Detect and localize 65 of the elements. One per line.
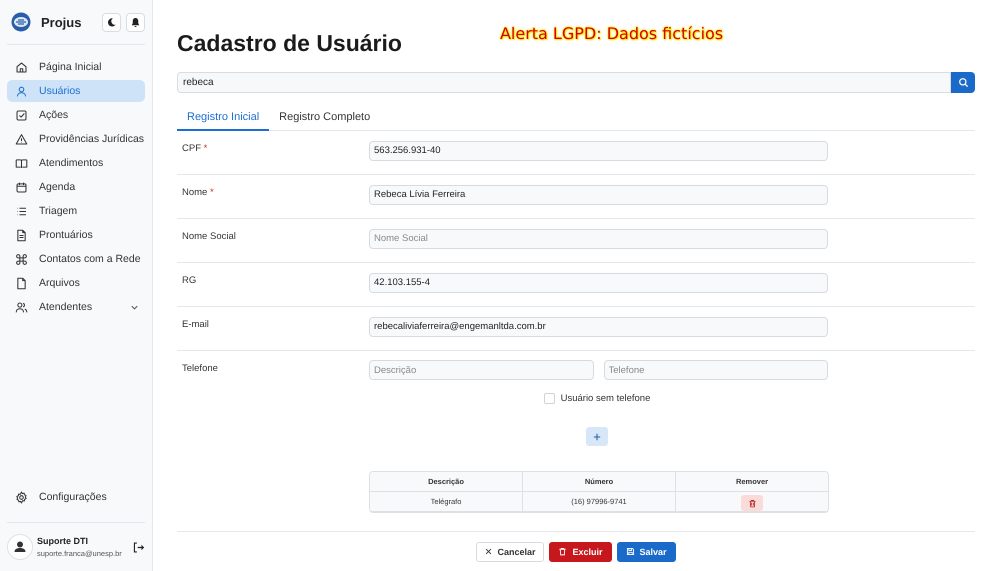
notifications-button[interactable] xyxy=(126,12,145,32)
text-field[interactable]: Telefone xyxy=(604,360,828,380)
user-name: Suporte DTI xyxy=(37,536,89,546)
field-label: E-mail xyxy=(182,319,209,330)
text-field[interactable]: 42.103.155-4 xyxy=(369,272,828,292)
field-label: Nome xyxy=(182,187,208,198)
required-mark: * xyxy=(204,143,208,154)
cancel-button[interactable]: Cancelar xyxy=(476,542,544,562)
checkbox-icon xyxy=(15,108,28,122)
sidebar-item[interactable]: Atendimentos xyxy=(7,152,145,174)
trash-icon xyxy=(748,498,756,508)
text-field[interactable]: Rebeca Lívia Ferreira xyxy=(369,184,828,204)
list-icon xyxy=(15,204,28,218)
file-icon xyxy=(15,276,28,290)
sidebar-item[interactable]: Ações xyxy=(7,104,145,126)
text-field[interactable]: Descrição xyxy=(369,360,594,380)
no-phone-checkbox[interactable]: Usuário sem telefone xyxy=(544,393,650,404)
alert-text: Alerta LGPD: Dados fictícios xyxy=(500,24,724,43)
logo-icon xyxy=(11,12,31,32)
bell-icon xyxy=(130,16,141,28)
close-icon xyxy=(485,548,492,555)
save-button[interactable]: Salvar xyxy=(616,542,676,562)
sidebar-item[interactable]: Prontuários xyxy=(7,224,145,246)
add-button[interactable] xyxy=(586,427,608,446)
tab[interactable]: Registro Completo xyxy=(269,105,380,131)
app-name: Projus xyxy=(41,14,82,30)
sidebar-item[interactable]: Contatos com a Rede xyxy=(7,248,145,270)
remove-button[interactable] xyxy=(741,495,763,511)
settings-icon xyxy=(15,490,28,504)
moon-icon xyxy=(106,16,117,28)
search-field[interactable]: rebeca xyxy=(177,72,951,93)
sidebar-item[interactable]: Providências Jurídicas xyxy=(7,128,145,150)
text-field[interactable]: Nome Social xyxy=(369,228,828,248)
page-title: Cadastro de Usuário xyxy=(177,30,402,57)
sidebar-item[interactable]: Agenda xyxy=(7,176,145,198)
search-button[interactable] xyxy=(951,72,975,93)
warning-icon xyxy=(15,132,28,146)
text-field[interactable]: rebecaliviaferreira@engemanltda.com.br xyxy=(369,316,828,336)
plus-icon xyxy=(593,432,601,440)
delete-button[interactable]: Excluir xyxy=(549,542,612,562)
field-label: Telefone xyxy=(182,363,218,374)
text-field[interactable]: 563.256.931-40 xyxy=(369,140,828,160)
settings-item[interactable]: Configurações xyxy=(7,486,145,508)
users-icon xyxy=(15,300,28,314)
search-icon xyxy=(958,77,968,88)
sidebar-item[interactable]: Atendentes xyxy=(7,296,145,318)
sidebar-item[interactable]: Usuários xyxy=(7,80,145,102)
home-icon xyxy=(15,60,28,74)
trash-icon xyxy=(558,547,568,556)
user-icon xyxy=(15,84,28,98)
sidebar-item[interactable]: Triagem xyxy=(7,200,145,222)
avatar-icon xyxy=(7,534,33,560)
logout-icon[interactable] xyxy=(132,540,145,554)
command-icon xyxy=(15,252,28,266)
field-label: CPF xyxy=(182,143,201,154)
field-label: RG xyxy=(182,275,196,286)
dark-mode-button[interactable] xyxy=(102,12,121,32)
document-icon xyxy=(15,228,28,242)
book-icon xyxy=(15,156,28,170)
tab[interactable]: Registro Inicial xyxy=(177,105,270,131)
required-mark: * xyxy=(210,187,214,198)
calendar-icon xyxy=(15,180,28,194)
sidebar-item[interactable]: Página Inicial xyxy=(7,56,145,78)
sidebar-item[interactable]: Arquivos xyxy=(7,272,145,294)
field-label: Nome Social xyxy=(182,231,236,242)
